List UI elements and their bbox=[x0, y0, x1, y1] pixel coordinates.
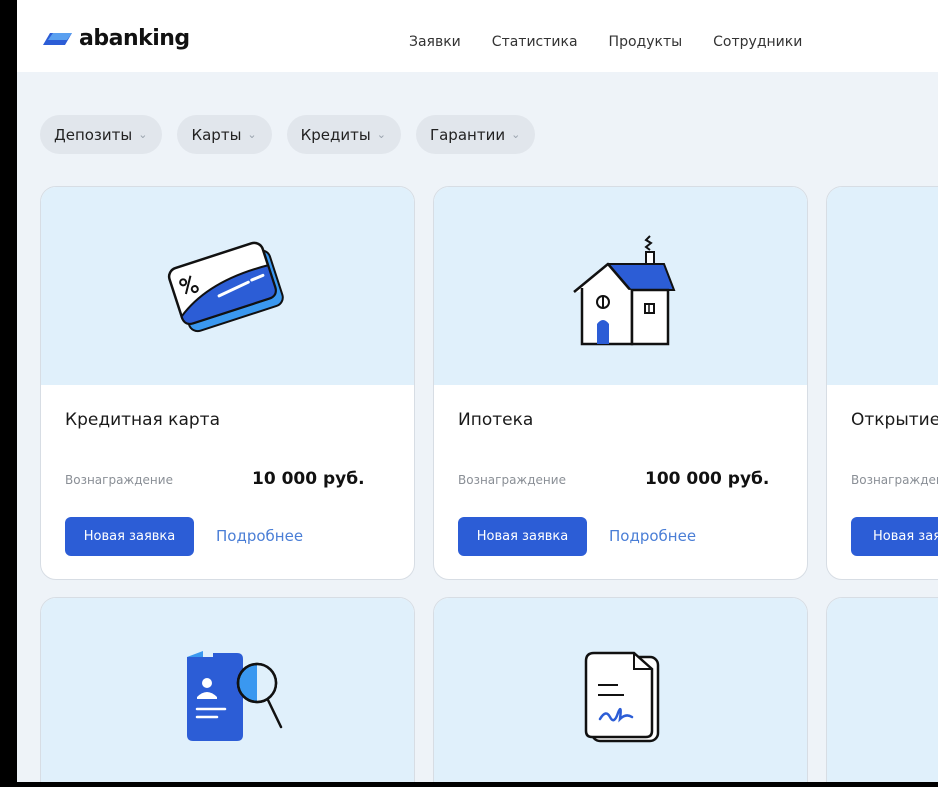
reward-value: 100 000 руб. bbox=[645, 469, 770, 489]
signed-document-icon bbox=[584, 651, 659, 743]
product-card-signed-document bbox=[433, 597, 808, 782]
reward-label: Вознаграждение bbox=[65, 473, 173, 487]
nav-item-employees[interactable]: Сотрудники bbox=[713, 34, 802, 50]
main-nav: Заявки Статистика Продукты Сотрудники bbox=[409, 34, 833, 50]
nav-item-applications[interactable]: Заявки bbox=[409, 34, 461, 50]
reward-label: Вознагражден bbox=[851, 473, 938, 487]
nav-item-statistics[interactable]: Статистика bbox=[492, 34, 578, 50]
product-card-opening: Открытие Вознагражден Новая зая bbox=[826, 186, 938, 580]
filter-label: Депозиты bbox=[54, 125, 133, 144]
new-application-button[interactable]: Новая заявка bbox=[65, 517, 194, 556]
chevron-down-icon: ⌄ bbox=[247, 128, 257, 141]
product-card-document-check bbox=[40, 597, 415, 782]
brand-logo-icon bbox=[43, 33, 72, 45]
house-icon bbox=[572, 235, 675, 346]
filter-deposits[interactable]: Депозиты ⌄ bbox=[40, 115, 163, 154]
product-card-partial bbox=[826, 597, 938, 782]
details-link[interactable]: Подробнее bbox=[216, 527, 303, 545]
card-title: Кредитная карта bbox=[65, 410, 220, 430]
product-card-credit-card: Кредитная карта Вознаграждение 10 000 ру… bbox=[40, 186, 415, 580]
new-application-button[interactable]: Новая зая bbox=[851, 517, 938, 556]
filter-guarantees[interactable]: Гарантии ⌄ bbox=[415, 115, 536, 154]
reward-label: Вознаграждение bbox=[458, 473, 566, 487]
card-image bbox=[434, 598, 807, 782]
category-filters: Депозиты ⌄ Карты ⌄ Кредиты ⌄ Гарантии ⌄ bbox=[40, 115, 550, 154]
product-card-mortgage: Ипотека Вознаграждение 100 000 руб. Нова… bbox=[433, 186, 808, 580]
app-window: abanking Заявки Статистика Продукты Сотр… bbox=[17, 0, 938, 782]
new-application-button[interactable]: Новая заявка bbox=[458, 517, 587, 556]
brand-name: abanking bbox=[79, 26, 190, 51]
reward-value: 10 000 руб. bbox=[252, 469, 365, 489]
chevron-down-icon: ⌄ bbox=[376, 128, 386, 141]
card-image bbox=[41, 187, 414, 385]
top-header: abanking Заявки Статистика Продукты Сотр… bbox=[17, 0, 938, 72]
nav-item-products[interactable]: Продукты bbox=[609, 34, 683, 50]
filter-label: Кредиты bbox=[300, 125, 371, 144]
card-image bbox=[41, 598, 414, 782]
filter-label: Гарантии bbox=[429, 125, 506, 144]
credit-card-icon bbox=[167, 241, 284, 333]
filter-credits[interactable]: Кредиты ⌄ bbox=[286, 115, 401, 154]
filter-cards[interactable]: Карты ⌄ bbox=[177, 115, 272, 154]
chevron-down-icon: ⌄ bbox=[511, 128, 521, 141]
card-image bbox=[827, 598, 938, 782]
filter-label: Карты bbox=[191, 125, 242, 144]
card-title: Открытие bbox=[851, 410, 938, 430]
chevron-down-icon: ⌄ bbox=[138, 128, 148, 141]
card-image bbox=[434, 187, 807, 385]
details-link[interactable]: Подробнее bbox=[609, 527, 696, 545]
document-search-icon bbox=[186, 651, 282, 741]
card-image bbox=[827, 187, 938, 385]
brand-logo[interactable]: abanking bbox=[41, 28, 190, 50]
card-title: Ипотека bbox=[458, 410, 534, 430]
